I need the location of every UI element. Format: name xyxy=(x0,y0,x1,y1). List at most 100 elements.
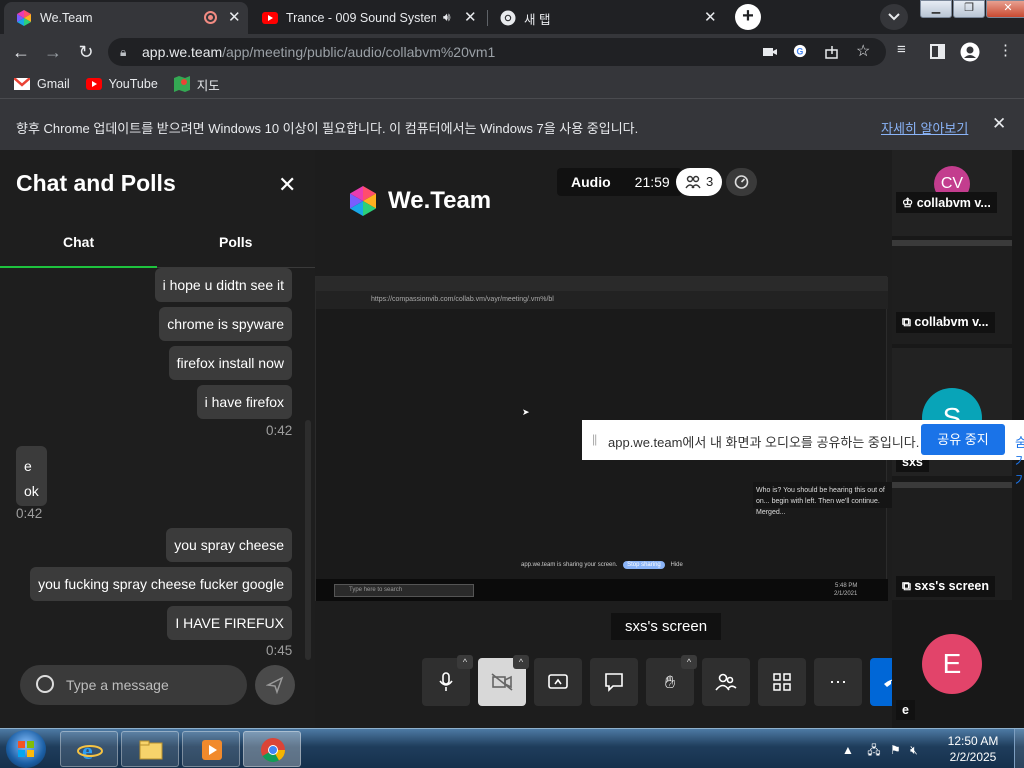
share-screen-button[interactable] xyxy=(534,658,582,706)
message-timestamp: 0:45 xyxy=(266,643,293,658)
participant-screen-tile[interactable]: ⧉ collabvm v... xyxy=(892,240,1012,344)
tray-expand-icon[interactable]: ▲ xyxy=(842,743,854,757)
profile-avatar-icon[interactable] xyxy=(960,42,980,62)
svg-text:G: G xyxy=(797,47,804,57)
close-chat-icon[interactable]: ✕ xyxy=(278,172,296,198)
participants-count-button[interactable]: 3 xyxy=(676,168,722,196)
weteam-logo-icon xyxy=(350,186,376,216)
close-infobar-icon[interactable]: ✕ xyxy=(992,114,1006,134)
send-button[interactable] xyxy=(255,665,295,705)
participants-button[interactable] xyxy=(702,658,750,706)
bookmark-star-icon[interactable]: ☆ xyxy=(856,38,870,66)
address-bar[interactable]: 🔒︎ app.we.team/app/meeting/public/audio/… xyxy=(108,38,886,66)
message-list[interactable]: i hope u didtn see it chrome is spyware … xyxy=(0,268,315,658)
close-tab-icon[interactable]: ✕ xyxy=(704,8,718,26)
system-clock[interactable]: 12:50 AM 2/2/2025 xyxy=(938,733,1008,765)
avatar-initials: E xyxy=(942,648,962,679)
minimize-button[interactable]: ▁ xyxy=(920,0,952,18)
close-window-button[interactable]: ✕ xyxy=(986,0,1024,18)
tab-polls[interactable]: Polls xyxy=(219,234,252,250)
chat-tabs: Chat Polls xyxy=(0,222,315,268)
mic-options-caret[interactable]: ^ xyxy=(457,655,473,669)
participant-name: collabvm v... xyxy=(916,196,991,210)
participant-tile[interactable]: E e xyxy=(892,604,1012,728)
folder-icon xyxy=(139,740,163,760)
youtube-favicon-icon xyxy=(262,12,278,24)
screen-share-icon xyxy=(548,674,568,689)
camera-blocked-icon[interactable] xyxy=(762,45,778,59)
hide-button[interactable]: 숨기기 xyxy=(1015,432,1024,489)
network-icon[interactable]: 🖧︎ xyxy=(867,743,880,757)
lock-icon: 🔒︎ xyxy=(120,45,127,59)
google-translate-icon[interactable]: G xyxy=(792,44,808,58)
hand-options-caret[interactable]: ^ xyxy=(681,655,697,669)
participant-screen-tile[interactable]: ⧉ sxs's screen xyxy=(892,482,1012,600)
shared-clock-date: 2/1/2021 xyxy=(834,591,858,597)
drag-handle-icon[interactable]: || xyxy=(592,432,597,446)
layout-grid-button[interactable] xyxy=(758,658,806,706)
chat-message: e xyxy=(24,458,32,474)
bookmark-label: YouTube xyxy=(108,77,158,91)
bookmark-maps[interactable]: 지도 xyxy=(173,75,220,94)
bookmark-gmail[interactable]: Gmail xyxy=(14,77,70,91)
taskbar-chrome[interactable] xyxy=(243,731,301,767)
taskbar-media-player[interactable] xyxy=(182,731,240,767)
audio-playing-icon[interactable]: 🔊︎ xyxy=(443,10,451,25)
close-tab-icon[interactable]: ✕ xyxy=(228,8,241,26)
connection-quality-button[interactable] xyxy=(726,168,757,196)
avatar: E xyxy=(922,634,982,694)
taskbar-ie[interactable]: e xyxy=(60,731,118,767)
browser-tab-strip: We.Team ✕ Trance - 009 Sound System D 🔊︎… xyxy=(0,0,1024,34)
bookmark-label: 지도 xyxy=(196,78,220,93)
participant-name: sxs's screen xyxy=(914,579,989,593)
mouse-cursor-icon: ➤ xyxy=(522,407,530,417)
participant-label: ⧉ collabvm v... xyxy=(896,312,995,333)
chat-button[interactable] xyxy=(590,658,638,706)
chat-message-group: e ok xyxy=(16,446,47,506)
taskbar-explorer[interactable] xyxy=(121,731,179,767)
volume-muted-icon[interactable]: 🔇︎ xyxy=(910,743,918,757)
system-tray: ▲ 🖧︎ ⚑ 🔇︎ xyxy=(842,741,918,762)
reload-button[interactable]: ↻ xyxy=(75,41,97,63)
forward-button[interactable]: → xyxy=(42,41,64,63)
media-queue-icon[interactable]: ≡ xyxy=(897,41,906,58)
url-path: /app/meeting/public/audio/collabvm%20vm1 xyxy=(222,44,496,60)
tab-youtube[interactable]: Trance - 009 Sound System D 🔊︎ ✕ xyxy=(250,2,486,34)
screen-share-icon: ⧉ xyxy=(902,579,911,593)
more-options-button[interactable]: ⋯ xyxy=(814,658,862,706)
tab-weteam[interactable]: We.Team ✕ xyxy=(4,2,248,34)
bookmark-youtube[interactable]: YouTube xyxy=(85,77,158,91)
browser-toolbar: ← → ↻ 🔒︎ app.we.team/app/meeting/public/… xyxy=(0,34,1024,70)
camera-options-caret[interactable]: ^ xyxy=(513,655,529,669)
start-button[interactable] xyxy=(6,730,46,768)
share-icon[interactable] xyxy=(824,45,840,59)
microphone-icon xyxy=(439,672,453,691)
shared-hide-button: Hide xyxy=(670,562,683,568)
shared-tabstrip xyxy=(316,277,888,291)
people-icon xyxy=(685,175,701,189)
shared-share-notice: app.we.team is sharing your screen. Stop… xyxy=(521,561,683,569)
tab-title: Trance - 009 Sound System D xyxy=(286,11,436,25)
tab-chat[interactable]: Chat xyxy=(63,234,94,250)
chat-message: i have firefox xyxy=(196,385,292,419)
chat-panel-title: Chat and Polls xyxy=(16,170,176,196)
action-center-flag-icon[interactable]: ⚑ xyxy=(890,743,901,757)
learn-more-link[interactable]: 자세히 알아보기 xyxy=(881,118,968,137)
message-input[interactable] xyxy=(66,674,236,696)
maximize-button[interactable]: ❐ xyxy=(953,0,985,18)
chrome-icon xyxy=(261,738,285,763)
emoji-icon[interactable] xyxy=(36,675,54,693)
tab-search-button[interactable] xyxy=(880,4,908,30)
tab-new[interactable]: 새 탭 ✕ xyxy=(488,2,726,34)
stop-sharing-button[interactable]: 공유 중지 xyxy=(921,424,1005,455)
menu-kebab-icon[interactable]: ⋮ xyxy=(998,41,1013,59)
back-button[interactable]: ← xyxy=(10,41,32,63)
close-tab-icon[interactable]: ✕ xyxy=(464,8,478,26)
participant-tile[interactable]: CV ♔ collabvm v... xyxy=(892,150,1012,236)
new-tab-button[interactable]: + xyxy=(735,4,761,30)
show-desktop-button[interactable] xyxy=(1014,729,1024,768)
chat-scrollbar[interactable] xyxy=(305,420,311,660)
weteam-favicon-icon xyxy=(17,10,31,26)
side-panel-icon[interactable] xyxy=(930,44,945,59)
chat-message: firefox install now xyxy=(168,346,292,380)
